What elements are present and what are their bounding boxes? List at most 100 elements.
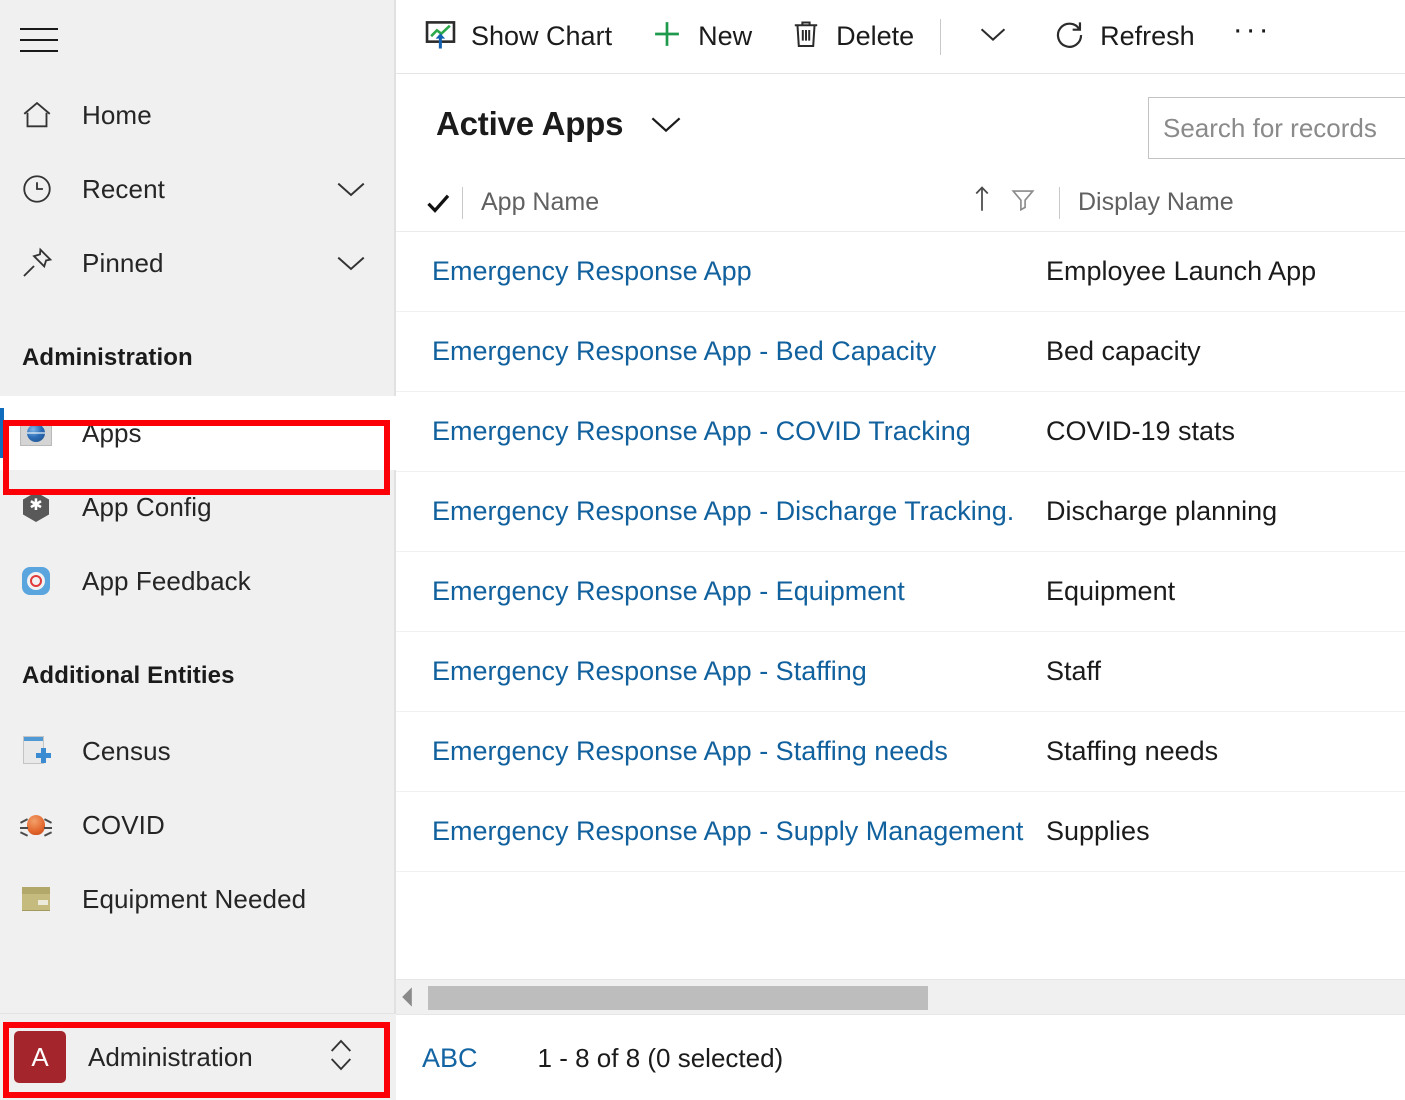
area-switcher[interactable]: A Administration xyxy=(14,1026,382,1088)
cell-app-name[interactable]: Emergency Response App xyxy=(414,256,1028,287)
sidebar-item-apps[interactable]: Apps xyxy=(0,396,396,470)
cell-app-name[interactable]: Emergency Response App - COVID Tracking xyxy=(414,416,1028,447)
app-name-link[interactable]: Emergency Response App - Bed Capacity xyxy=(432,336,936,366)
bug-icon xyxy=(19,810,62,840)
cell-display-name: Equipment xyxy=(1046,576,1176,606)
scroll-left-arrow-icon[interactable] xyxy=(396,986,418,1008)
view-header: Active Apps xyxy=(396,74,1405,174)
sidebar-item-covid[interactable]: COVID xyxy=(0,788,396,862)
scrollbar-thumb[interactable] xyxy=(428,986,928,1010)
filter-icon[interactable] xyxy=(1009,185,1037,220)
sidebar-item-label: App Feedback xyxy=(82,565,251,596)
show-chart-button[interactable]: Show Chart xyxy=(418,11,618,63)
hamburger-bar-3 xyxy=(20,50,58,52)
area-switcher-label: Administration xyxy=(88,1041,253,1072)
select-all-checkbox[interactable] xyxy=(414,188,462,218)
sidebar-item-label: App Config xyxy=(82,491,212,522)
sidebar-item-app-feedback[interactable]: App Feedback xyxy=(0,544,396,618)
cell-display-name: COVID-19 stats xyxy=(1046,416,1236,446)
column-header-label: App Name xyxy=(481,188,600,216)
hamburger-menu-icon[interactable] xyxy=(20,20,60,60)
sidebar-item-label: Apps xyxy=(82,417,142,448)
chevron-down-icon[interactable] xyxy=(334,178,368,200)
app-name-link[interactable]: Emergency Response App - COVID Tracking xyxy=(432,416,971,446)
cell-display-name: Employee Launch App xyxy=(1046,256,1317,286)
new-button[interactable]: New xyxy=(644,11,758,63)
table-row[interactable]: Emergency Response App - COVID Tracking … xyxy=(396,392,1405,472)
app-name-link[interactable]: Emergency Response App - Discharge Track… xyxy=(432,496,1014,526)
sidebar-item-app-config[interactable]: ✱ App Config xyxy=(0,470,396,544)
command-bar: Show Chart New Delete Refresh ··· xyxy=(396,0,1405,74)
sidebar-nav-scroll: Home Recent Pinned Administration Apps ✱… xyxy=(0,78,396,1013)
sidebar-item-label: Census xyxy=(82,735,171,766)
column-header-actions xyxy=(971,184,1037,221)
chevron-up-down-icon[interactable] xyxy=(324,1035,358,1080)
app-name-link[interactable]: Emergency Response App - Equipment xyxy=(432,576,905,606)
table-row[interactable]: Emergency Response App - Discharge Track… xyxy=(396,472,1405,552)
table-row[interactable]: Emergency Response App - Staffing needs … xyxy=(396,712,1405,792)
app-name-link[interactable]: Emergency Response App - Supply Manageme… xyxy=(432,816,1023,846)
sidebar-group-title-administration: Administration xyxy=(22,344,193,371)
horizontal-scrollbar[interactable] xyxy=(396,979,1405,1015)
table-row[interactable]: Emergency Response App - Supply Manageme… xyxy=(396,792,1405,872)
app-name-link[interactable]: Emergency Response App - Staffing needs xyxy=(432,736,948,766)
view-selector-chevron-icon[interactable] xyxy=(647,112,685,136)
grid-body: Emergency Response App Employee Launch A… xyxy=(396,232,1405,872)
sidebar-item-label: COVID xyxy=(82,809,165,840)
overflow-menu-button[interactable]: ··· xyxy=(1227,11,1278,63)
clock-icon xyxy=(20,172,62,206)
refresh-button[interactable]: Refresh xyxy=(1047,11,1201,63)
cell-app-name[interactable]: Emergency Response App - Equipment xyxy=(414,576,1028,607)
chevron-down-icon[interactable] xyxy=(334,252,368,274)
column-header-display-name[interactable]: Display Name xyxy=(1060,174,1400,232)
table-row[interactable]: Emergency Response App Employee Launch A… xyxy=(396,232,1405,312)
search-records-box[interactable] xyxy=(1148,97,1405,159)
cell-display-name: Staff xyxy=(1046,656,1102,686)
table-row[interactable]: Emergency Response App - Bed Capacity Be… xyxy=(396,312,1405,392)
home-icon xyxy=(20,98,62,132)
hamburger-bar-1 xyxy=(20,28,58,30)
table-row[interactable]: Emergency Response App - Equipment Equip… xyxy=(396,552,1405,632)
sidebar-item-equipment-needed[interactable]: Equipment Needed xyxy=(0,862,396,936)
sidebar-item-home[interactable]: Home xyxy=(0,78,396,152)
life-preserver-icon xyxy=(20,566,62,596)
cell-display-name: Supplies xyxy=(1046,816,1150,846)
sort-ascending-icon[interactable] xyxy=(971,184,993,221)
sidebar-item-label: Pinned xyxy=(82,247,164,278)
column-header-app-name[interactable]: App Name xyxy=(463,174,1059,232)
table-row[interactable]: Emergency Response App - Staffing Staff xyxy=(396,632,1405,712)
refresh-label: Refresh xyxy=(1100,21,1195,51)
cell-app-name[interactable]: Emergency Response App - Supply Manageme… xyxy=(414,816,1028,847)
sidebar-item-census[interactable]: Census xyxy=(0,714,396,788)
app-name-link[interactable]: Emergency Response App xyxy=(432,256,752,286)
more-commands-chevron-button[interactable] xyxy=(965,11,1021,63)
area-avatar: A xyxy=(14,1031,66,1083)
document-plus-icon xyxy=(20,736,62,766)
chevron-down-icon xyxy=(977,24,1009,49)
globe-screen-icon xyxy=(20,418,62,448)
new-label: New xyxy=(698,21,753,51)
sidebar-item-label: Home xyxy=(82,99,152,130)
cell-app-name[interactable]: Emergency Response App - Staffing needs xyxy=(414,736,1028,767)
cell-display-name: Bed capacity xyxy=(1046,336,1201,366)
alpha-filter-link[interactable]: ABC xyxy=(422,1043,478,1074)
area-switcher-container: A Administration xyxy=(0,1013,396,1100)
refresh-icon xyxy=(1053,18,1086,56)
column-header-label: Display Name xyxy=(1078,188,1234,216)
cell-display-name: Discharge planning xyxy=(1046,496,1278,526)
cell-app-name[interactable]: Emergency Response App - Discharge Track… xyxy=(414,496,1028,527)
cell-app-name[interactable]: Emergency Response App - Bed Capacity xyxy=(414,336,1028,367)
delete-button[interactable]: Delete xyxy=(784,11,920,63)
sidebar-item-recent[interactable]: Recent xyxy=(0,152,396,226)
app-name-link[interactable]: Emergency Response App - Staffing xyxy=(432,656,867,686)
chart-icon xyxy=(424,18,457,56)
pin-icon xyxy=(20,246,62,280)
sidebar-item-pinned[interactable]: Pinned xyxy=(0,226,396,300)
app-root: Home Recent Pinned Administration Apps ✱… xyxy=(0,0,1405,1100)
search-input[interactable] xyxy=(1149,98,1405,158)
sidebar-item-label: Equipment Needed xyxy=(82,883,307,914)
show-chart-label: Show Chart xyxy=(471,21,613,51)
main-content: Show Chart New Delete Refresh ··· Active… xyxy=(396,0,1405,1100)
cell-app-name[interactable]: Emergency Response App - Staffing xyxy=(414,656,1028,687)
hexagon-gear-icon: ✱ xyxy=(20,492,62,522)
